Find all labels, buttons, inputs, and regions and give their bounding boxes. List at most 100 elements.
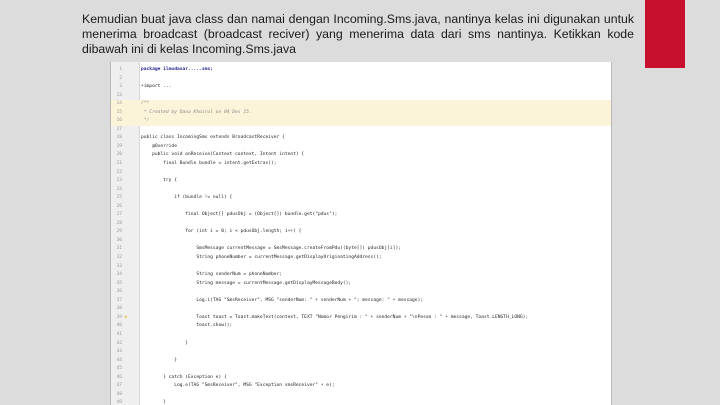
- line-number: 17: [116, 126, 122, 132]
- line-number: 23: [116, 178, 122, 184]
- code-line: 49 }: [111, 399, 611, 405]
- code-text: final Bundle bundle = intent.getExtras()…: [141, 161, 277, 167]
- code-line: 13: [111, 92, 611, 101]
- line-number: 42: [116, 340, 122, 346]
- line-number: 2: [119, 75, 122, 81]
- line-number: 15: [116, 109, 122, 115]
- code-line: 18 public class IncomingSms extends Broad…: [111, 134, 611, 143]
- code-line: 39 ☀ Toast toast = Toast.makeText(context…: [111, 314, 611, 323]
- code-text: package ilmudasar.....sms;: [141, 67, 213, 72]
- line-number: 30: [116, 237, 122, 243]
- code-text: String phoneNumber = currentMessage.getD…: [141, 255, 382, 261]
- code-text: }: [141, 340, 189, 346]
- line-number: 25: [116, 195, 122, 201]
- line-number: 20: [116, 152, 122, 158]
- code-text: if (bundle != null) {: [141, 195, 233, 201]
- code-line: 33: [111, 263, 611, 272]
- line-number: 32: [116, 255, 122, 261]
- code-line: 40 toast.show();: [111, 322, 611, 331]
- code-text: */: [141, 118, 150, 124]
- code-text: @Override: [141, 143, 177, 149]
- line-number: 35: [116, 280, 122, 286]
- code-line: 3 +import ...: [111, 83, 611, 92]
- code-line: 43: [111, 348, 611, 357]
- line-number: 41: [116, 331, 122, 337]
- line-number: 47: [116, 383, 122, 389]
- slide-caption: Kemudian buat java class dan namai denga…: [82, 12, 634, 57]
- line-number: 37: [116, 297, 122, 303]
- line-number: 24: [116, 186, 122, 192]
- code-text: Log.e(TAG "SmsReceiver", MSG "Exception …: [141, 383, 335, 389]
- code-line: 28: [111, 220, 611, 229]
- line-number: 34: [116, 272, 122, 278]
- code-line: 15 * Created by Dana Khoirul on 04 Des 1…: [111, 108, 611, 118]
- code-text: final Object[] pdusObj = (Object[]) bund…: [141, 212, 338, 218]
- code-text: }: [141, 400, 166, 405]
- code-line: 47 Log.e(TAG "SmsReceiver", MSG "Excepti…: [111, 382, 611, 391]
- code-text: Log.i(TAG "SmsReceiver", MSG "senderNum:…: [141, 297, 424, 303]
- code-line: 14 /**: [111, 100, 611, 109]
- code-line: 41: [111, 331, 611, 340]
- code-line: 36: [111, 288, 611, 297]
- code-line: 45: [111, 365, 611, 374]
- line-number: 49: [116, 400, 122, 405]
- line-number: 18: [116, 135, 122, 141]
- code-line: 34 String senderNum = phoneNumber;: [111, 271, 611, 280]
- line-number: 33: [116, 263, 122, 269]
- line-number: 16: [116, 118, 122, 124]
- code-text: public class IncomingSms extends Broadca…: [141, 135, 285, 141]
- lightbulb-icon[interactable]: ☀: [124, 314, 136, 323]
- code-line: 16 */: [111, 117, 611, 126]
- code-line: 23 try {: [111, 177, 611, 186]
- code-line: 25 if (bundle != null) {: [111, 194, 611, 203]
- line-number: 26: [116, 203, 122, 209]
- line-number: 31: [116, 246, 122, 252]
- code-line: 42 }: [111, 340, 611, 349]
- code-text: SmsMessage currentMessage = SmsMessage.c…: [141, 246, 401, 252]
- accent-bar: [645, 0, 685, 68]
- code-text: String senderNum = phoneNumber;: [141, 272, 283, 278]
- code-line: 29 for (int i = 0; i < pdusObj.length; i…: [111, 228, 611, 237]
- code-line: 46 } catch (Exception e) {: [111, 374, 611, 383]
- code-text: +import ...: [141, 84, 172, 90]
- code-line: 31 SmsMessage currentMessage = SmsMessag…: [111, 245, 611, 254]
- code-line: 19 @Override: [111, 143, 611, 152]
- code-text: toast.show();: [141, 323, 233, 329]
- line-number: 48: [116, 391, 122, 397]
- code-line: 2: [111, 75, 611, 84]
- code-line: 1 package ilmudasar.....sms;: [111, 66, 611, 75]
- line-number: 13: [116, 92, 122, 98]
- line-number: 27: [116, 212, 122, 218]
- code-line: 35 String message = currentMessage.getDi…: [111, 280, 611, 289]
- line-number: 40: [116, 323, 122, 329]
- code-text: }: [141, 357, 177, 363]
- line-number: 22: [116, 169, 122, 175]
- code-text: for (int i = 0; i < pdusObj.length; i++)…: [141, 229, 302, 235]
- code-text: * Created by Dana Khoirul on 04 Des 15.: [141, 109, 252, 115]
- code-line: 38: [111, 305, 611, 314]
- line-number: 14: [116, 101, 122, 107]
- code-line: 21 final Bundle bundle = intent.getExtra…: [111, 160, 611, 169]
- code-line: 17: [111, 126, 611, 135]
- line-number: 28: [116, 220, 122, 226]
- line-number: 44: [116, 357, 122, 363]
- line-number: 36: [116, 289, 122, 295]
- line-number: 1: [119, 67, 122, 72]
- code-line: 20 public void onReceive(Context context…: [111, 151, 611, 160]
- line-number: 38: [116, 306, 122, 312]
- line-number: 46: [116, 374, 122, 380]
- code-line: 30: [111, 237, 611, 246]
- code-line: 24: [111, 186, 611, 195]
- code-line: 27 final Object[] pdusObj = (Object[]) b…: [111, 211, 611, 220]
- code-line: 22: [111, 169, 611, 178]
- line-number: 3: [119, 84, 122, 90]
- code-text: /**: [141, 101, 150, 107]
- line-number: 43: [116, 349, 122, 355]
- code-editor-screenshot: 1 package ilmudasar.....sms; 2 3 +import ...…: [110, 62, 612, 405]
- code-line: 32 String phoneNumber = currentMessage.g…: [111, 254, 611, 263]
- code-text: public void onReceive(Context context, I…: [141, 152, 305, 158]
- code-line: 48: [111, 391, 611, 400]
- code-line: 26: [111, 203, 611, 212]
- code-text: try {: [141, 178, 177, 184]
- code-area: 1 package ilmudasar.....sms; 2 3 +import ...…: [111, 66, 611, 405]
